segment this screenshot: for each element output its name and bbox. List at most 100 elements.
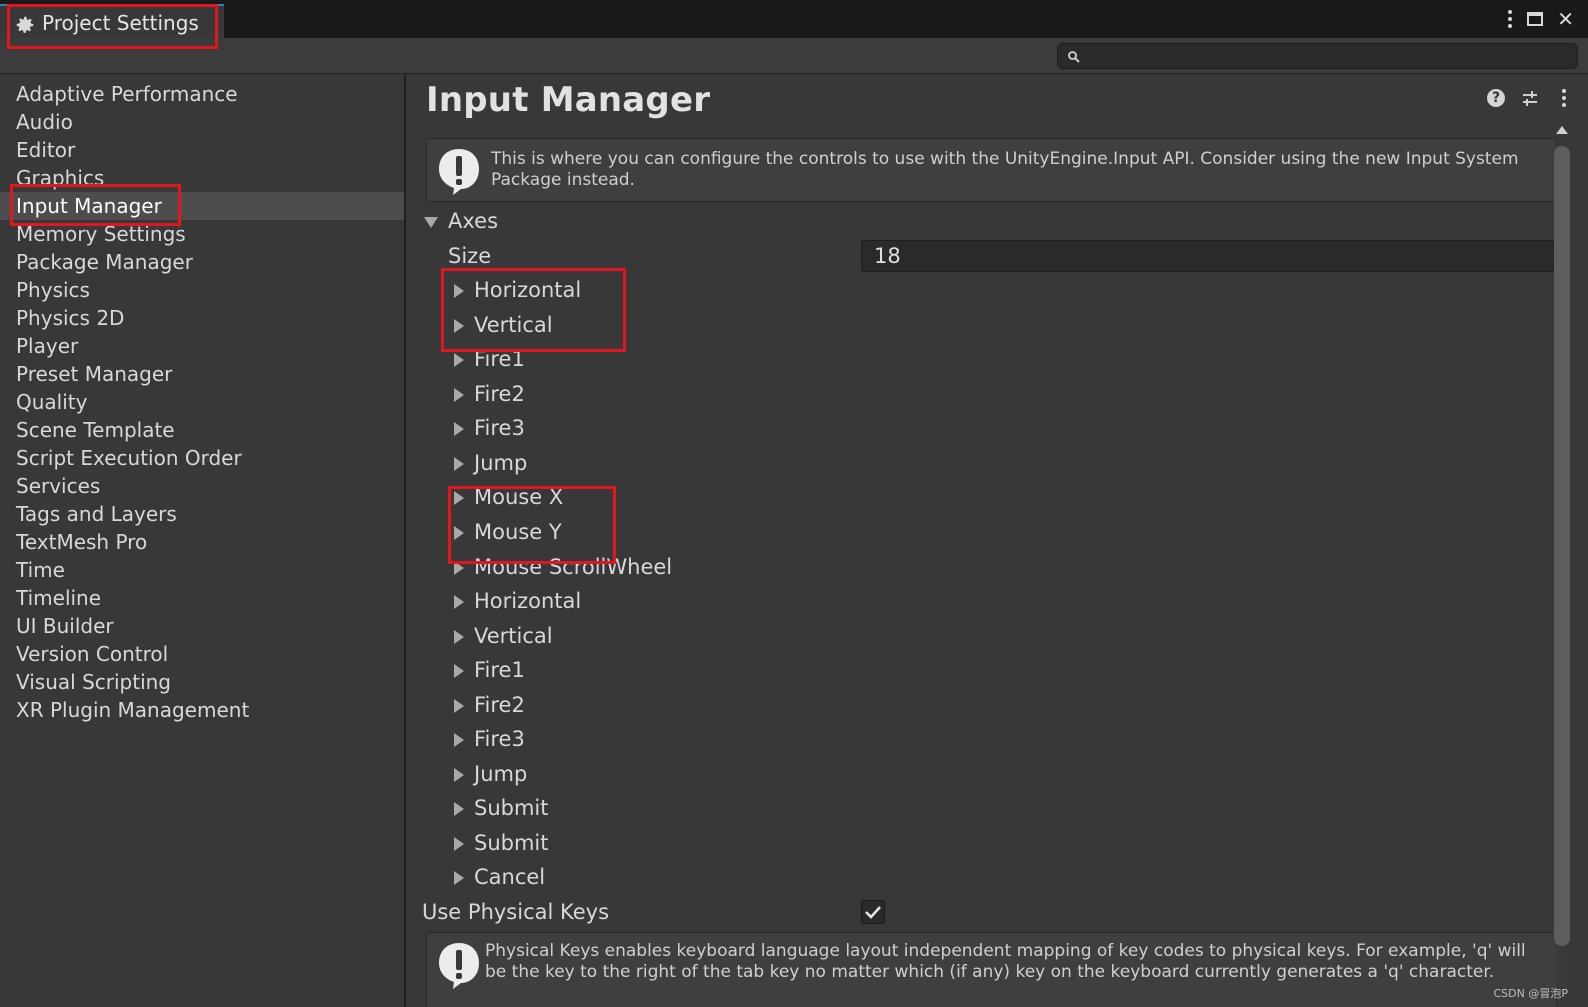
axis-item-label: Horizontal xyxy=(474,589,582,613)
axis-item-label: Fire2 xyxy=(474,382,525,406)
sidebar-item-editor[interactable]: Editor xyxy=(0,136,404,164)
sidebar-item-time[interactable]: Time xyxy=(0,556,404,584)
use-physical-keys-checkbox[interactable] xyxy=(861,900,885,924)
search-icon xyxy=(1068,51,1080,63)
project-settings-window: Project Settings ✕ Adaptive Performance … xyxy=(0,0,1588,1007)
axis-item-label: Jump xyxy=(474,451,528,475)
sidebar-item-textmesh-pro[interactable]: TextMesh Pro xyxy=(0,528,404,556)
foldout-collapsed-icon xyxy=(454,664,464,678)
info-helpbox: This is where you can configure the cont… xyxy=(426,138,1557,202)
foldout-collapsed-icon xyxy=(454,768,464,782)
sidebar-item-input-manager[interactable]: Input Manager xyxy=(0,192,404,220)
sidebar-item-audio[interactable]: Audio xyxy=(0,108,404,136)
axis-item[interactable]: Mouse X xyxy=(454,480,563,514)
scroll-thumb[interactable] xyxy=(1554,146,1570,946)
sidebar-item-preset-manager[interactable]: Preset Manager xyxy=(0,360,404,388)
foldout-collapsed-icon xyxy=(454,319,464,333)
info-icon xyxy=(439,943,479,989)
axis-item-label: Jump xyxy=(474,762,528,786)
sidebar-item-script-execution-order[interactable]: Script Execution Order xyxy=(0,444,404,472)
foldout-collapsed-icon xyxy=(454,388,464,402)
axis-item-label: Fire3 xyxy=(474,416,525,440)
settings-sidebar: Adaptive Performance Audio Editor Graphi… xyxy=(0,74,406,1007)
use-physical-keys-label: Use Physical Keys xyxy=(422,900,610,924)
axis-item[interactable]: Mouse ScrollWheel xyxy=(454,550,672,584)
axis-item[interactable]: Jump xyxy=(454,446,527,480)
axis-item[interactable]: Vertical xyxy=(454,308,553,342)
axis-item[interactable]: Horizontal xyxy=(454,273,581,307)
page-title: Input Manager xyxy=(426,80,711,120)
project-settings-tab[interactable]: Project Settings xyxy=(0,4,224,38)
axis-item-label: Submit xyxy=(474,831,549,855)
axis-item[interactable]: Fire2 xyxy=(454,377,525,411)
size-label: Size xyxy=(448,244,492,268)
sidebar-item-memory-settings[interactable]: Memory Settings xyxy=(0,220,404,248)
sidebar-item-visual-scripting[interactable]: Visual Scripting xyxy=(0,668,404,696)
axis-item-label: Submit xyxy=(474,796,549,820)
sidebar-item-scene-template[interactable]: Scene Template xyxy=(0,416,404,444)
sidebar-item-tags-and-layers[interactable]: Tags and Layers xyxy=(0,500,404,528)
axis-item[interactable]: Fire3 xyxy=(454,722,525,756)
sidebar-item-ui-builder[interactable]: UI Builder xyxy=(0,612,404,640)
foldout-collapsed-icon xyxy=(454,837,464,851)
maximize-icon[interactable] xyxy=(1527,12,1544,26)
axis-item[interactable]: Cancel xyxy=(454,860,545,894)
axis-item[interactable]: Fire1 xyxy=(454,342,525,376)
axis-item[interactable]: Fire1 xyxy=(454,653,525,687)
sidebar-item-adaptive-performance[interactable]: Adaptive Performance xyxy=(0,80,404,108)
info-icon xyxy=(439,149,479,195)
sidebar-item-physics-2d[interactable]: Physics 2D xyxy=(0,304,404,332)
size-field[interactable]: 18 xyxy=(861,240,1557,272)
foldout-collapsed-icon xyxy=(454,526,464,540)
axis-item[interactable]: Fire3 xyxy=(454,411,525,445)
axes-foldout[interactable]: Axes xyxy=(424,204,498,238)
help-icon[interactable]: ? xyxy=(1486,88,1506,108)
sidebar-item-version-control[interactable]: Version Control xyxy=(0,640,404,668)
sidebar-item-services[interactable]: Services xyxy=(0,472,404,500)
settings-category-list: Adaptive Performance Audio Editor Graphi… xyxy=(0,80,404,724)
axis-item-label: Vertical xyxy=(474,624,553,648)
close-icon[interactable]: ✕ xyxy=(1557,6,1574,32)
axis-item-label: Cancel xyxy=(474,865,546,889)
vertical-scrollbar[interactable] xyxy=(1553,126,1571,1007)
axis-item[interactable]: Fire2 xyxy=(454,688,525,722)
sidebar-item-graphics[interactable]: Graphics xyxy=(0,164,404,192)
foldout-collapsed-icon xyxy=(454,561,464,575)
foldout-collapsed-icon xyxy=(454,699,464,713)
foldout-collapsed-icon xyxy=(454,802,464,816)
more-icon[interactable] xyxy=(1507,10,1513,28)
foldout-collapsed-icon xyxy=(454,733,464,747)
window-title: Project Settings xyxy=(42,11,199,35)
sidebar-item-player[interactable]: Player xyxy=(0,332,404,360)
axis-item[interactable]: Mouse Y xyxy=(454,515,562,549)
settings-main-panel: Input Manager ? This is where you can co… xyxy=(406,74,1588,1007)
watermark: CSDN @冒泡P xyxy=(1493,987,1569,1000)
title-bar: Project Settings ✕ xyxy=(0,0,1588,38)
sidebar-item-timeline[interactable]: Timeline xyxy=(0,584,404,612)
axis-item-label: Vertical xyxy=(474,313,553,337)
gear-icon xyxy=(16,16,34,33)
axis-item[interactable]: Horizontal xyxy=(454,584,581,618)
sidebar-item-physics[interactable]: Physics xyxy=(0,276,404,304)
sidebar-item-package-manager[interactable]: Package Manager xyxy=(0,248,404,276)
foldout-collapsed-icon xyxy=(454,595,464,609)
sidebar-item-quality[interactable]: Quality xyxy=(0,388,404,416)
toolbar xyxy=(0,38,1588,74)
axis-item[interactable]: Jump xyxy=(454,757,527,791)
axis-item[interactable]: Submit xyxy=(454,791,549,825)
foldout-expanded-icon xyxy=(424,216,438,228)
physical-keys-helpbox: Physical Keys enables keyboard language … xyxy=(426,932,1557,1007)
preset-icon[interactable] xyxy=(1520,88,1540,108)
foldout-collapsed-icon xyxy=(454,457,464,471)
foldout-collapsed-icon xyxy=(454,871,464,885)
header-icons: ? xyxy=(1486,88,1574,108)
foldout-collapsed-icon xyxy=(454,422,464,436)
axis-item[interactable]: Vertical xyxy=(454,619,553,653)
scroll-up-icon[interactable] xyxy=(1556,126,1568,134)
search-input[interactable] xyxy=(1057,43,1578,69)
axis-item-label: Mouse X xyxy=(474,485,564,509)
more-icon[interactable] xyxy=(1554,88,1574,108)
sidebar-item-xr-plugin-management[interactable]: XR Plugin Management xyxy=(0,696,404,724)
axis-item[interactable]: Submit xyxy=(454,826,549,860)
axis-item-label: Horizontal xyxy=(474,278,582,302)
